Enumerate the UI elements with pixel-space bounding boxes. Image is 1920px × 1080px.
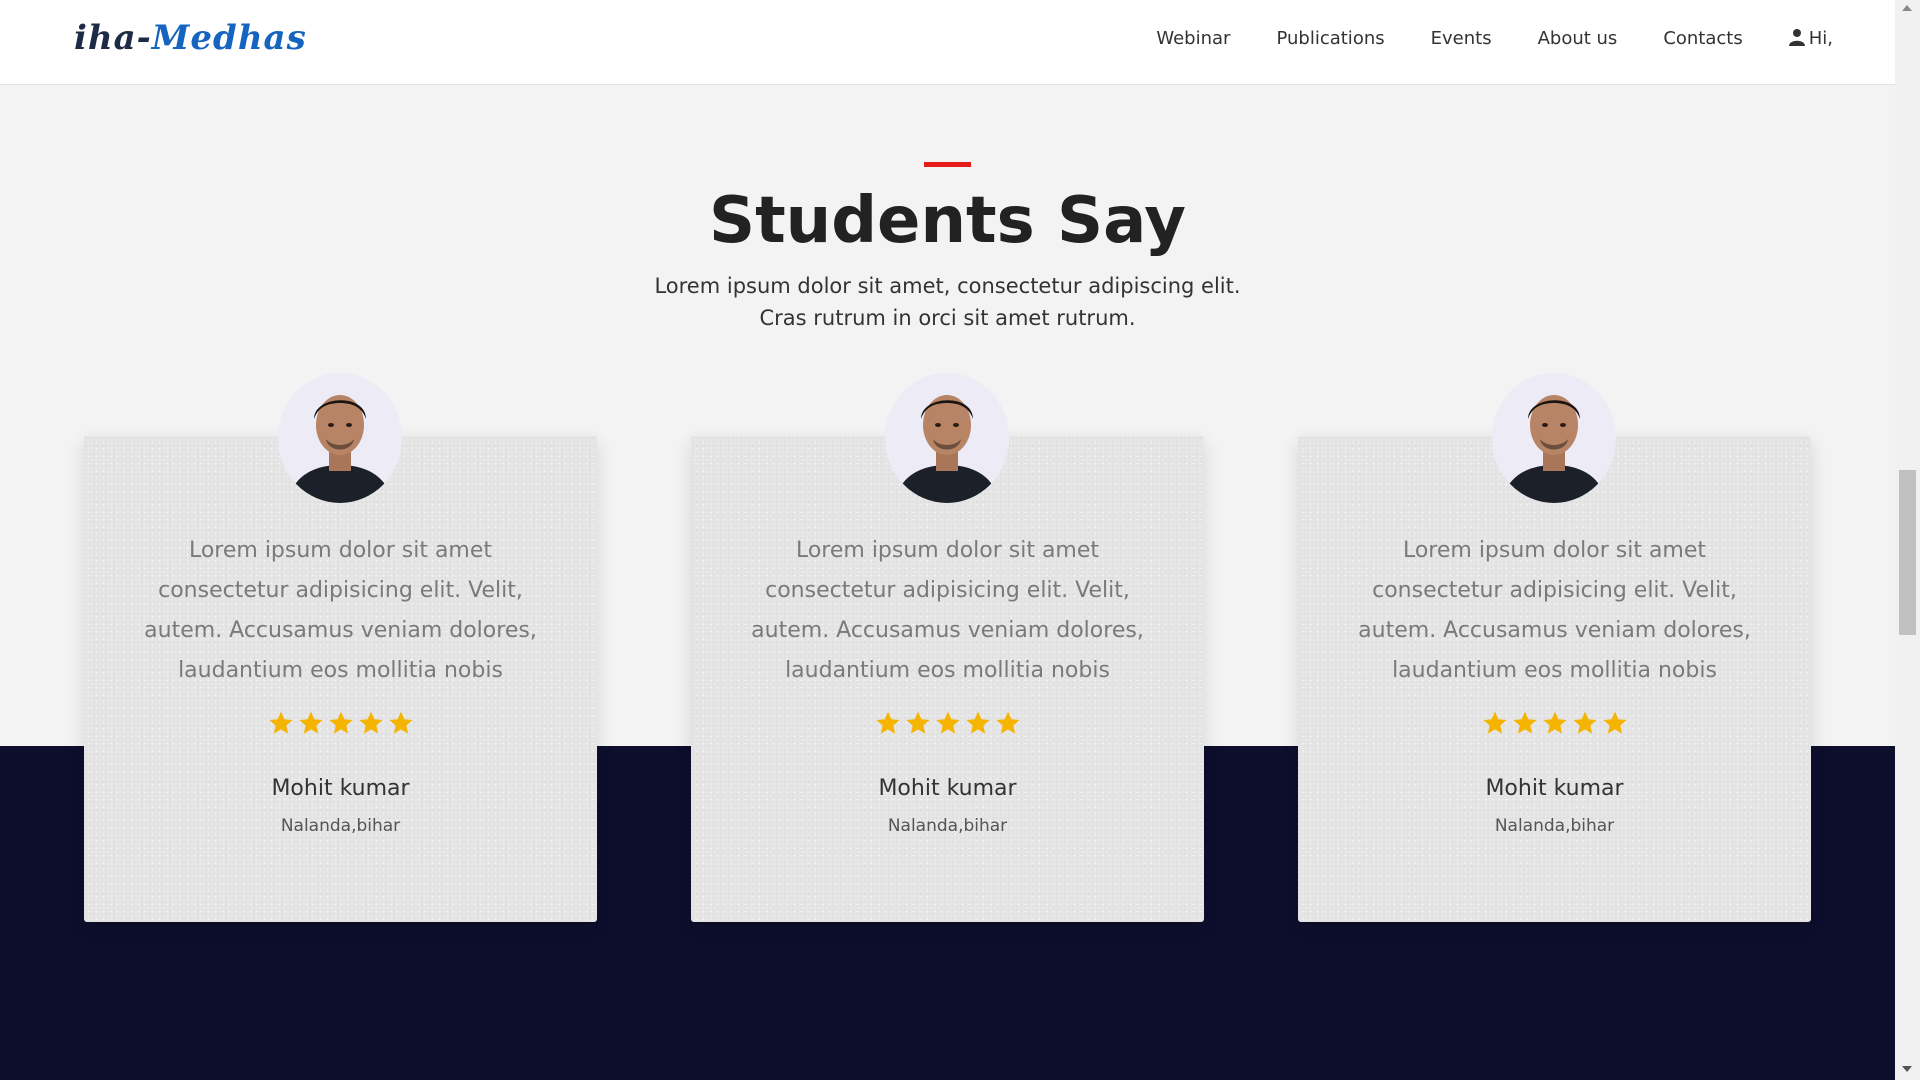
star-icon <box>875 711 900 734</box>
student-name: Mohit kumar <box>878 776 1017 801</box>
section-title: Students Say <box>708 184 1187 258</box>
nav-events[interactable]: Events <box>1431 24 1492 54</box>
star-icon <box>328 711 353 734</box>
user-greeting: Hi, <box>1808 28 1833 49</box>
subtitle-line-2: Cras rutrum in orci sit amet rutrum. <box>759 306 1136 330</box>
student-location: Nalanda,bihar <box>280 816 401 836</box>
star-rating <box>84 710 597 740</box>
top-navbar: iha-Medhas Webinar Publications Events A… <box>0 0 1895 85</box>
student-avatar <box>278 373 402 503</box>
subtitle-line-1: Lorem ipsum dolor sit amet, consectetur … <box>654 274 1241 298</box>
testimonial-quote: Lorem ipsum dolor sit amet consectetur a… <box>1358 538 1751 683</box>
logo-text-part2: Medhas <box>151 18 307 58</box>
title-accent-bar <box>924 162 971 167</box>
student-name: Mohit kumar <box>271 776 410 801</box>
student-avatar <box>885 373 1009 503</box>
student-name: Mohit kumar <box>1485 776 1624 801</box>
nav-publications[interactable]: Publications <box>1276 24 1384 54</box>
testimonial-quote: Lorem ipsum dolor sit amet consectetur a… <box>144 538 537 683</box>
student-location: Nalanda,bihar <box>887 816 1008 836</box>
testimonial-card: Lorem ipsum dolor sit amet consectetur a… <box>691 373 1204 922</box>
main-nav: Webinar Publications Events About us Con… <box>1110 24 1833 54</box>
star-icon <box>1512 711 1537 734</box>
nav-about-us[interactable]: About us <box>1538 24 1618 54</box>
star-icon <box>298 711 323 734</box>
star-icon <box>1542 711 1567 734</box>
star-icon <box>1602 711 1627 734</box>
star-icon <box>268 711 293 734</box>
section-subtitle: Lorem ipsum dolor sit amet, consectetur … <box>0 270 1895 334</box>
star-icon <box>1482 711 1507 734</box>
star-rating <box>691 710 1204 740</box>
student-avatar <box>1492 373 1616 503</box>
scroll-down-arrow-icon[interactable] <box>1902 1066 1912 1072</box>
star-rating <box>1298 710 1811 740</box>
star-icon <box>935 711 960 734</box>
star-icon <box>965 711 990 734</box>
star-icon <box>358 711 383 734</box>
star-icon <box>1572 711 1597 734</box>
student-location: Nalanda,bihar <box>1494 816 1615 836</box>
scroll-up-arrow-icon[interactable] <box>1902 5 1912 11</box>
page-scrollbar[interactable] <box>1895 0 1920 1080</box>
testimonial-card: Lorem ipsum dolor sit amet consectetur a… <box>1298 373 1811 922</box>
nav-webinar[interactable]: Webinar <box>1156 24 1230 54</box>
nav-user-account[interactable]: Hi, <box>1788 24 1833 54</box>
nav-contacts[interactable]: Contacts <box>1663 24 1742 54</box>
site-logo[interactable]: iha-Medhas <box>74 18 307 58</box>
star-icon <box>995 711 1020 734</box>
testimonial-card: Lorem ipsum dolor sit amet consectetur a… <box>84 373 597 922</box>
logo-text-part1: iha- <box>74 18 152 58</box>
scroll-thumb[interactable] <box>1899 470 1916 635</box>
testimonial-quote: Lorem ipsum dolor sit amet consectetur a… <box>751 538 1144 683</box>
user-icon <box>1788 29 1805 46</box>
star-icon <box>905 711 930 734</box>
star-icon <box>388 711 413 734</box>
